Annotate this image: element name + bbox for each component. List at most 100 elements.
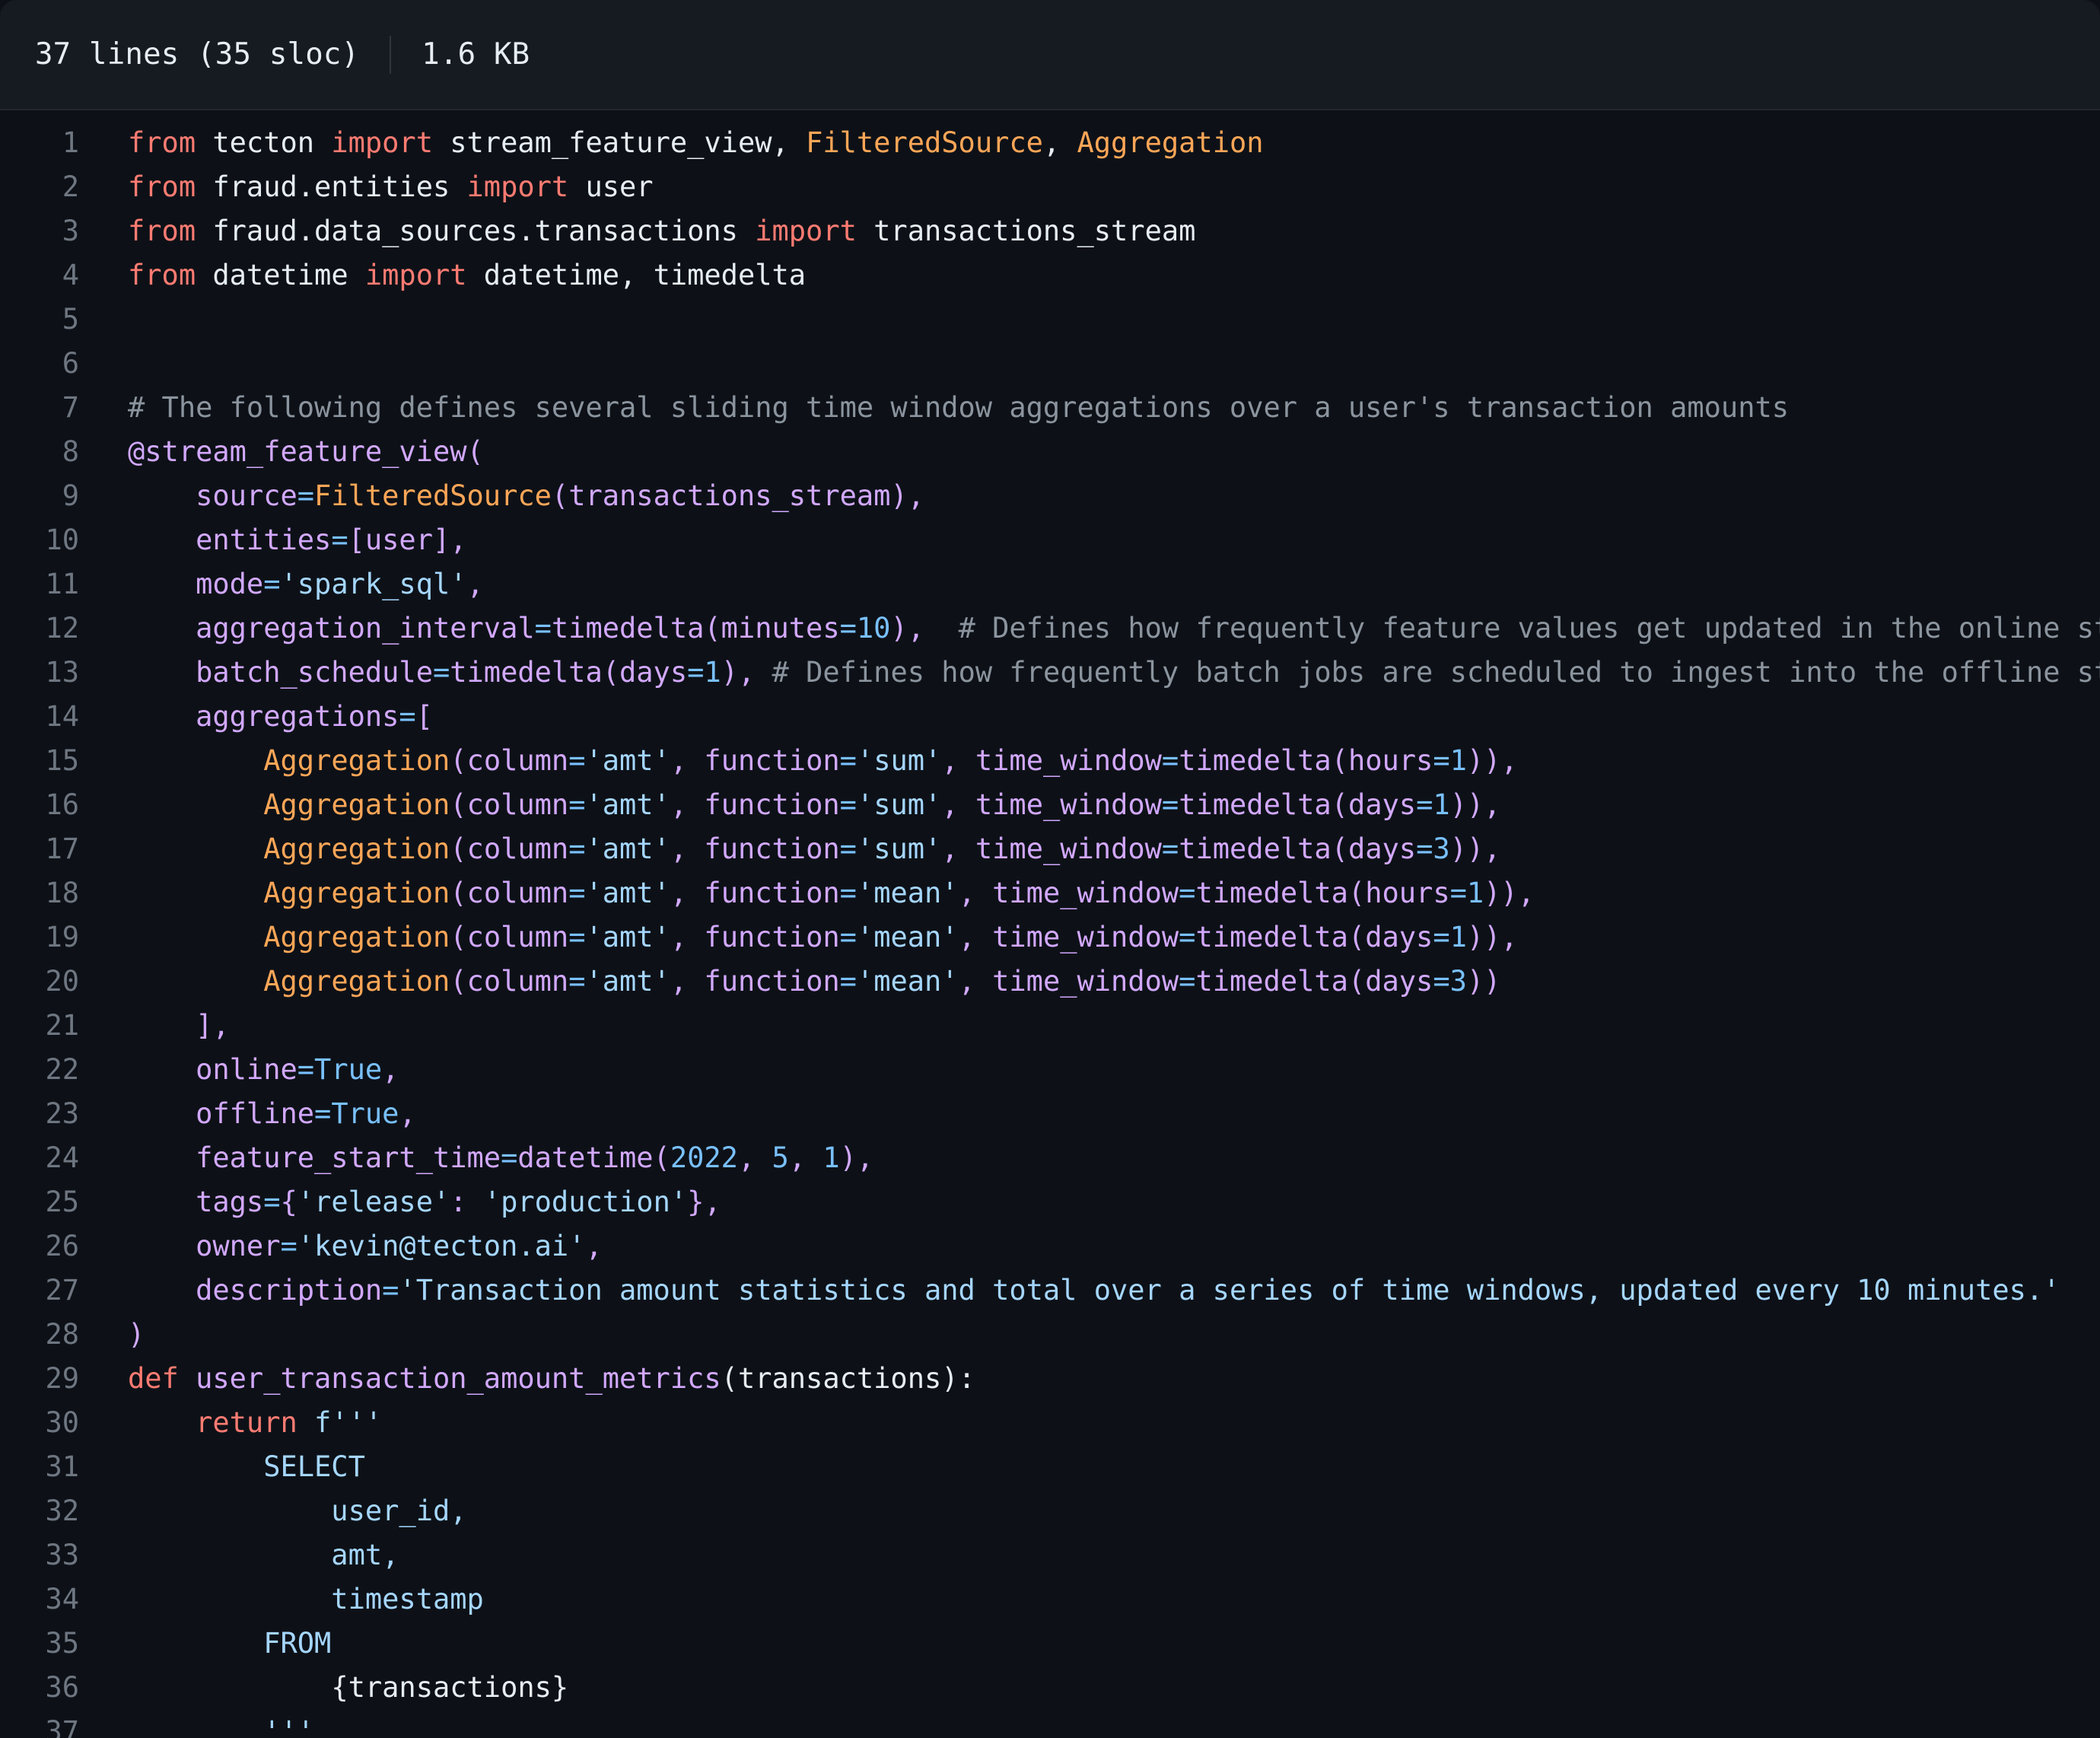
code-line-content[interactable]: batch_schedule=timedelta(days=1), # Defi… <box>100 651 2100 695</box>
line-number[interactable]: 28 <box>0 1313 100 1357</box>
line-number[interactable]: 11 <box>0 562 100 606</box>
line-number[interactable]: 37 <box>0 1710 100 1738</box>
code-token: = <box>1179 921 1196 953</box>
line-number[interactable]: 8 <box>0 430 100 474</box>
code-token: batch_schedule <box>128 656 433 689</box>
line-number[interactable]: 26 <box>0 1224 100 1268</box>
line-number[interactable]: 34 <box>0 1577 100 1622</box>
line-number[interactable]: 3 <box>0 209 100 253</box>
code-token: , function <box>670 788 840 821</box>
line-number[interactable]: 2 <box>0 165 100 209</box>
line-number[interactable]: 15 <box>0 739 100 783</box>
code-line-content[interactable]: amt, <box>100 1533 2100 1577</box>
code-line-content[interactable]: Aggregation(column='amt', function='sum'… <box>100 739 2100 783</box>
code-token: 1 <box>1449 921 1467 953</box>
code-line-content[interactable]: tags={'release': 'production'}, <box>100 1180 2100 1224</box>
line-number[interactable]: 9 <box>0 474 100 518</box>
line-number[interactable]: 7 <box>0 386 100 430</box>
code-line-content[interactable]: entities=[user], <box>100 518 2100 562</box>
line-number[interactable]: 24 <box>0 1136 100 1180</box>
line-number[interactable]: 16 <box>0 783 100 827</box>
code-line-content[interactable]: @stream_feature_view( <box>100 430 2100 474</box>
code-line-content[interactable] <box>100 298 2100 342</box>
line-number[interactable]: 21 <box>0 1004 100 1048</box>
code-line-content[interactable]: SELECT <box>100 1445 2100 1489</box>
code-line-content[interactable]: Aggregation(column='amt', function='sum'… <box>100 783 2100 827</box>
line-number[interactable]: 6 <box>0 342 100 386</box>
line-number[interactable]: 1 <box>0 121 100 165</box>
code-line-content[interactable]: FROM <box>100 1622 2100 1666</box>
line-number[interactable]: 29 <box>0 1357 100 1401</box>
code-token: timedelta(days <box>1179 788 1417 821</box>
line-number[interactable]: 17 <box>0 827 100 871</box>
code-token: = <box>382 1274 399 1307</box>
line-number[interactable]: 32 <box>0 1489 100 1533</box>
code-token: 'mean' <box>856 965 959 998</box>
code-line-content[interactable]: def user_transaction_amount_metrics(tran… <box>100 1357 2100 1401</box>
line-number[interactable]: 30 <box>0 1401 100 1445</box>
line-number[interactable]: 18 <box>0 871 100 915</box>
code-line-content[interactable]: description='Transaction amount statisti… <box>100 1268 2100 1313</box>
code-token: Aggregation <box>263 788 450 821</box>
code-line-content[interactable]: Aggregation(column='amt', function='sum'… <box>100 827 2100 871</box>
code-token: , function <box>670 877 840 909</box>
code-line-content[interactable]: source=FilteredSource(transactions_strea… <box>100 474 2100 518</box>
code-line-content[interactable]: aggregations=[ <box>100 695 2100 739</box>
code-line-content[interactable]: feature_start_time=datetime(2022, 5, 1), <box>100 1136 2100 1180</box>
code-line-content[interactable]: Aggregation(column='amt', function='mean… <box>100 871 2100 915</box>
code-line-row: 20 Aggregation(column='amt', function='m… <box>0 960 2100 1004</box>
code-token: = <box>1161 832 1179 865</box>
code-line-content[interactable]: ], <box>100 1004 2100 1048</box>
line-number[interactable]: 23 <box>0 1092 100 1136</box>
line-number[interactable]: 25 <box>0 1180 100 1224</box>
code-token: # Defines how frequently feature values … <box>958 612 2100 645</box>
code-line-row: 35 FROM <box>0 1622 2100 1666</box>
line-number[interactable]: 12 <box>0 606 100 651</box>
line-number[interactable]: 10 <box>0 518 100 562</box>
line-number[interactable]: 35 <box>0 1622 100 1666</box>
line-number[interactable]: 36 <box>0 1666 100 1710</box>
code-token: = <box>399 700 416 733</box>
code-token: ), <box>721 656 756 689</box>
code-line-content[interactable]: online=True, <box>100 1048 2100 1092</box>
code-line-content[interactable] <box>100 342 2100 386</box>
code-line-content[interactable]: return f''' <box>100 1401 2100 1445</box>
code-line-content[interactable]: offline=True, <box>100 1092 2100 1136</box>
code-line-content[interactable]: ''' <box>100 1710 2100 1738</box>
code-line-content[interactable]: ) <box>100 1313 2100 1357</box>
line-number[interactable]: 19 <box>0 915 100 960</box>
line-number[interactable]: 33 <box>0 1533 100 1577</box>
code-line-content[interactable]: from tecton import stream_feature_view, … <box>100 121 2100 165</box>
line-number[interactable]: 5 <box>0 298 100 342</box>
code-line-content[interactable]: from fraud.entities import user <box>100 165 2100 209</box>
code-line-content[interactable]: from fraud.data_sources.transactions imp… <box>100 209 2100 253</box>
code-token: 'amt' <box>585 788 670 821</box>
code-line-row: 5 <box>0 298 2100 342</box>
line-number[interactable]: 27 <box>0 1268 100 1313</box>
code-token: 'sum' <box>856 744 942 777</box>
code-line-content[interactable]: user_id, <box>100 1489 2100 1533</box>
code-line-content[interactable]: aggregation_interval=timedelta(minutes=1… <box>100 606 2100 651</box>
code-line-content[interactable]: mode='spark_sql', <box>100 562 2100 606</box>
code-scroll-region[interactable]: 1 from tecton import stream_feature_view,… <box>0 110 2100 1738</box>
code-token: True <box>314 1053 383 1086</box>
code-line-content[interactable]: Aggregation(column='amt', function='mean… <box>100 915 2100 960</box>
code-line-row: 15 Aggregation(column='amt', function='s… <box>0 739 2100 783</box>
line-number[interactable]: 14 <box>0 695 100 739</box>
code-line-content[interactable]: timestamp <box>100 1577 2100 1622</box>
code-line-row: 31 SELECT <box>0 1445 2100 1489</box>
code-token: # Defines how frequently batch jobs are … <box>772 656 2100 689</box>
code-line-content[interactable]: owner='kevin@tecton.ai', <box>100 1224 2100 1268</box>
line-number[interactable]: 4 <box>0 253 100 298</box>
line-number[interactable]: 13 <box>0 651 100 695</box>
code-line-content[interactable]: Aggregation(column='amt', function='mean… <box>100 960 2100 1004</box>
code-token: = <box>568 788 586 821</box>
code-token: source <box>128 479 298 512</box>
code-line-content[interactable]: {transactions} <box>100 1666 2100 1710</box>
line-number[interactable]: 20 <box>0 960 100 1004</box>
line-number[interactable]: 31 <box>0 1445 100 1489</box>
code-line-content[interactable]: # The following defines several sliding … <box>100 386 2100 430</box>
line-number[interactable]: 22 <box>0 1048 100 1092</box>
code-line-content[interactable]: from datetime import datetime, timedelta <box>100 253 2100 298</box>
